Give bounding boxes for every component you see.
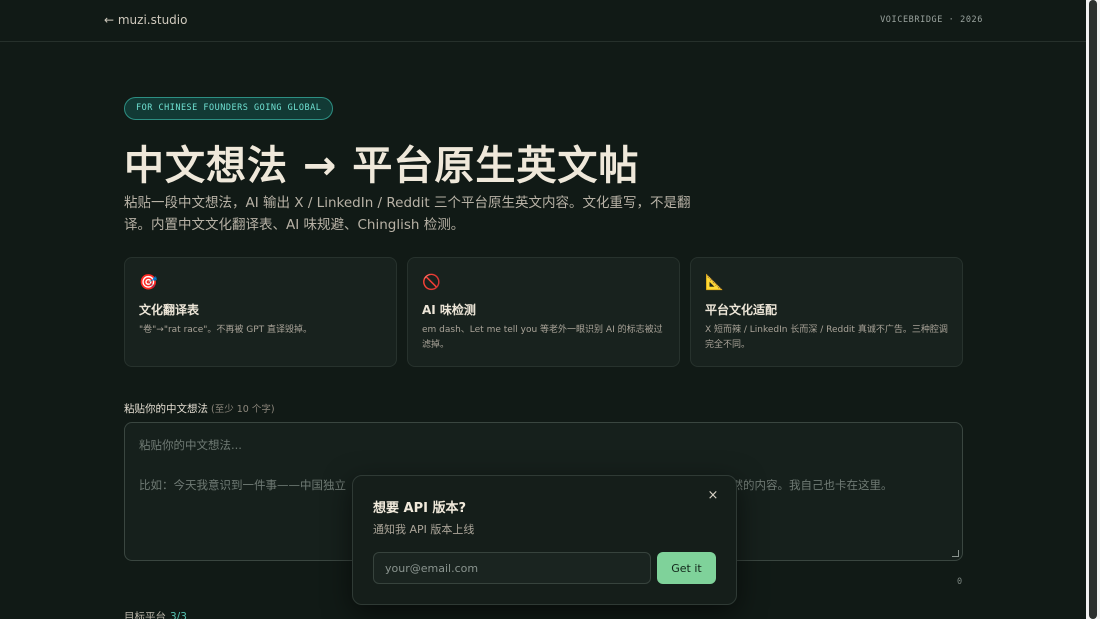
platform-count: 3/3 (170, 611, 187, 619)
placeholder-line-2-start: 比如：今天我意识到一件事——中国独立 (139, 478, 346, 492)
scrollbar[interactable] (1086, 0, 1100, 619)
modal-title: 想要 API 版本? (373, 501, 467, 516)
feature-card-ai-detection: 🚫 AI 味检测 em dash、Let me tell you 等老外一眼识别… (407, 257, 680, 367)
page-subtitle: 粘贴一段中文想法，AI 输出 X / LinkedIn / Reddit 三个平… (124, 195, 691, 233)
char-count: 0 (957, 577, 963, 587)
email-input[interactable] (373, 552, 651, 584)
target-platform-label: 目标平台 3/3 (124, 609, 187, 619)
feature-card-culture-glossary: 🎯 文化翻译表 "卷"→"rat race"。不再被 GPT 直译毁掉。 (124, 257, 397, 367)
target-platform-label-text: 目标平台 (124, 611, 166, 619)
idea-input-label-text: 粘贴你的中文想法 (124, 403, 208, 415)
feature-description: em dash、Let me tell you 等老外一眼识别 AI 的标志被过… (422, 325, 663, 350)
feature-title: AI 味检测 (422, 303, 476, 317)
close-icon[interactable]: × (706, 489, 720, 503)
back-link[interactable]: ← muzi.studio (104, 13, 187, 27)
idea-input-label: 粘贴你的中文想法 (至少 10 个字) (124, 401, 275, 416)
triangle-ruler-icon: 📐 (705, 273, 724, 291)
top-bar: ← muzi.studio VOICEBRIDGE · 2026 (0, 0, 1086, 42)
idea-input-hint: (至少 10 个字) (211, 404, 275, 415)
feature-card-platform-adaptation: 📐 平台文化适配 X 短而辣 / LinkedIn 长而深 / Reddit 真… (690, 257, 963, 367)
page-title: 中文想法 → 平台原生英文帖 (124, 143, 640, 189)
feature-description: X 短而辣 / LinkedIn 长而深 / Reddit 真诚不广告。三种腔调… (705, 325, 948, 350)
target-icon: 🎯 (139, 273, 158, 291)
brand-tag: VOICEBRIDGE · 2026 (880, 15, 983, 25)
feature-title: 平台文化适配 (705, 303, 778, 317)
placeholder-line-1: 粘贴你的中文想法... (139, 438, 242, 452)
feature-description: "卷"→"rat race"。不再被 GPT 直译毁掉。 (139, 325, 313, 335)
page: ← muzi.studio VOICEBRIDGE · 2026 FOR CHI… (0, 0, 1086, 619)
resize-handle[interactable] (952, 550, 959, 557)
get-it-button[interactable]: Get it (657, 552, 716, 584)
audience-pill: FOR CHINESE FOUNDERS GOING GLOBAL (124, 97, 334, 120)
scrollbar-thumb[interactable] (1089, 0, 1097, 619)
modal-subtitle: 通知我 API 版本上线 (373, 523, 475, 536)
placeholder-line-2-end: 自然的内容。我自己也卡在这里。 (720, 478, 893, 492)
feature-title: 文化翻译表 (139, 303, 200, 317)
api-waitlist-modal: 想要 API 版本? 通知我 API 版本上线 × Get it (352, 475, 737, 605)
prohibited-icon: 🚫 (422, 273, 441, 291)
